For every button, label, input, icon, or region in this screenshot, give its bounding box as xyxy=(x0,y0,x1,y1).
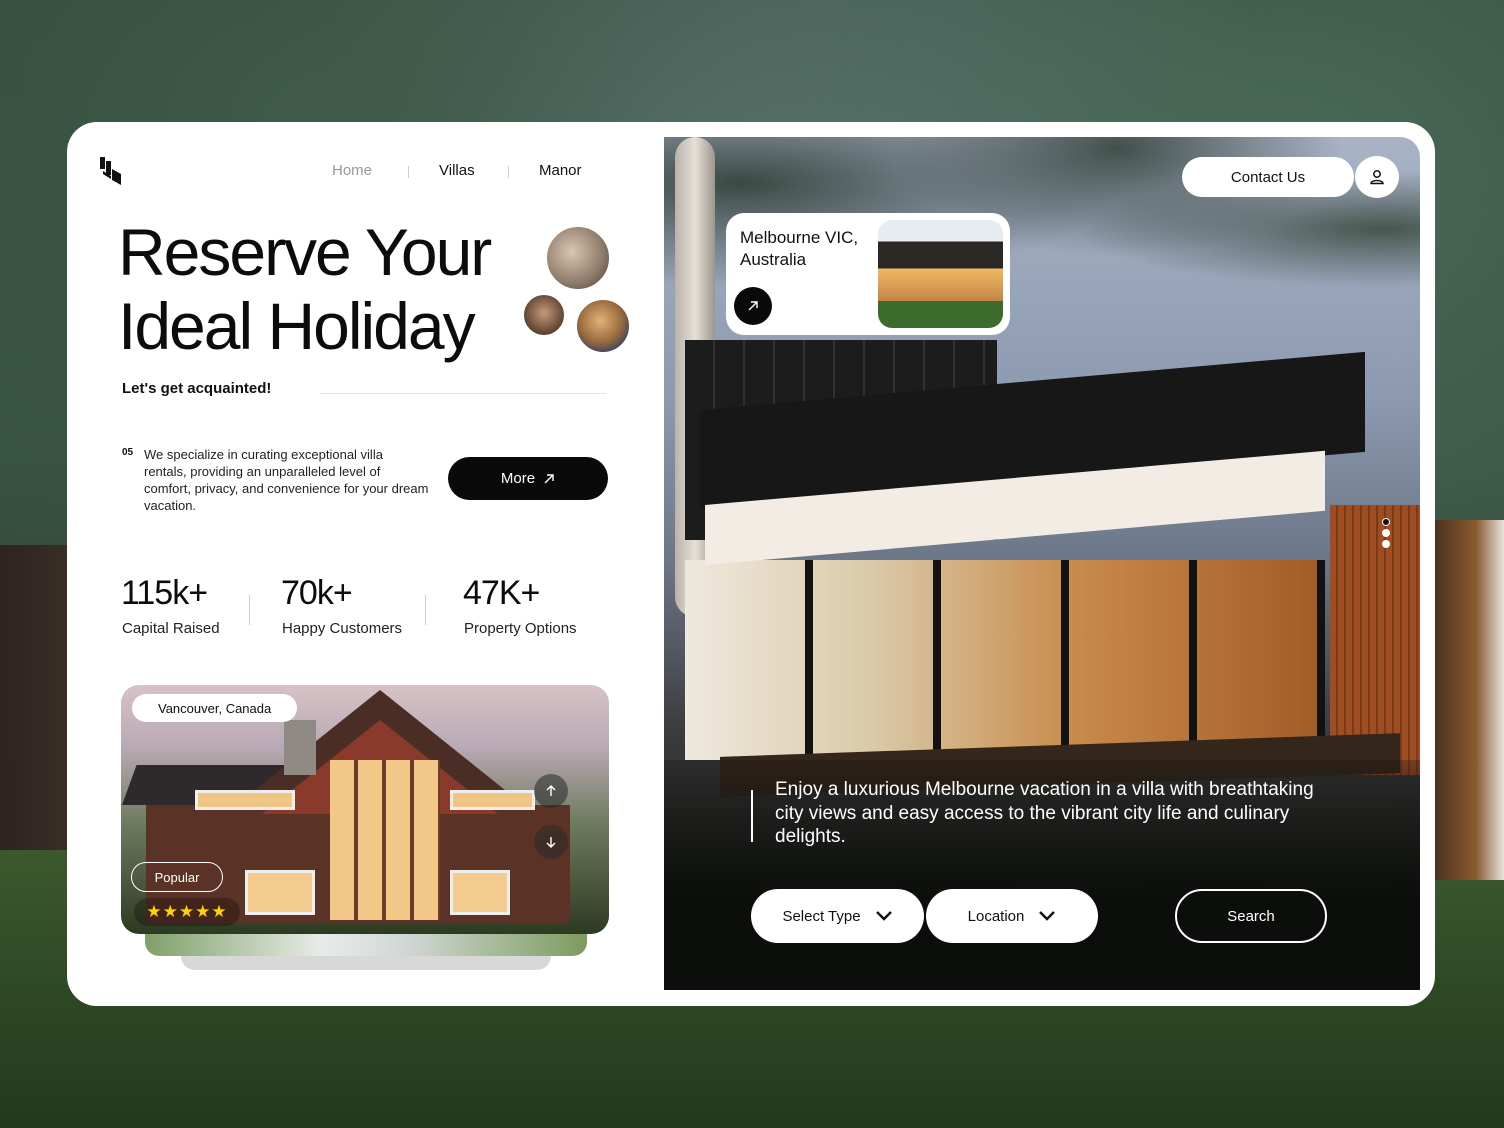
description-number: 05 xyxy=(122,447,134,458)
house-window xyxy=(195,790,295,810)
slide-dot[interactable] xyxy=(1382,540,1390,548)
user-icon xyxy=(1370,170,1384,185)
background-house-left xyxy=(0,545,70,850)
slide-dot[interactable] xyxy=(1382,529,1390,537)
description: We specialize in curating exceptional vi… xyxy=(144,447,429,513)
nav-divider xyxy=(508,166,509,178)
select-type-label: Select Type xyxy=(782,907,861,925)
arrow-up-right-icon xyxy=(748,301,758,311)
house-window xyxy=(245,870,315,915)
featured-open-button[interactable] xyxy=(734,287,772,325)
nav-villas[interactable]: Villas xyxy=(439,162,475,179)
title-line-1: Reserve Your xyxy=(118,215,492,289)
stat-label: Capital Raised xyxy=(122,620,220,637)
avatar xyxy=(575,298,631,354)
chevron-down-icon xyxy=(1039,911,1056,921)
nav-divider xyxy=(408,166,409,178)
stat-value: 115k+ xyxy=(121,574,208,612)
popular-badge: Popular xyxy=(131,862,223,892)
location-label: Location xyxy=(967,907,1025,925)
scroll-down-button[interactable] xyxy=(534,825,568,859)
stat-value: 47K+ xyxy=(463,574,540,612)
contact-button[interactable]: Contact Us xyxy=(1182,157,1354,197)
star-rating: ★★★★★ xyxy=(134,898,240,926)
property-location-badge: Vancouver, Canada xyxy=(132,694,298,722)
avatar xyxy=(522,293,566,337)
arrow-up-right-icon xyxy=(544,473,554,483)
scroll-up-button[interactable] xyxy=(534,774,568,808)
nav-manor[interactable]: Manor xyxy=(539,162,582,179)
chevron-down-icon xyxy=(875,911,892,921)
stat-value: 70k+ xyxy=(281,574,353,612)
villa-window-frames xyxy=(685,560,1325,760)
slide-indicator[interactable] xyxy=(1382,518,1390,551)
stat-label: Happy Customers xyxy=(282,620,403,637)
avatar xyxy=(545,225,611,291)
house-window xyxy=(450,790,535,810)
tagline-accent xyxy=(751,790,753,842)
tagline: Enjoy a luxurious Melbourne vacation in … xyxy=(775,779,1314,847)
featured-location-name: Melbourne VIC, Australia xyxy=(740,228,859,269)
house-chimney xyxy=(284,720,316,775)
featured-villa-thumbnail xyxy=(878,220,1003,328)
title-line-2: Ideal Holiday xyxy=(118,289,476,363)
account-button[interactable] xyxy=(1355,156,1399,198)
search-button[interactable]: Search xyxy=(1175,889,1327,943)
logo-icon[interactable] xyxy=(100,155,122,187)
slide-dot-active[interactable] xyxy=(1382,518,1390,526)
house-window xyxy=(450,870,510,915)
background-house-right xyxy=(1434,520,1504,880)
more-button[interactable]: More xyxy=(448,457,608,500)
page-title: Reserve Your Ideal Holiday xyxy=(118,215,538,363)
stat-divider xyxy=(249,595,250,625)
location-dropdown[interactable]: Location xyxy=(926,889,1098,943)
house-window-wall xyxy=(330,760,440,920)
select-type-dropdown[interactable]: Select Type xyxy=(751,889,924,943)
divider xyxy=(320,393,606,394)
nav-home[interactable]: Home xyxy=(332,162,372,179)
arrow-up-icon xyxy=(546,785,556,796)
stat-label: Property Options xyxy=(464,620,577,637)
more-button-label: More xyxy=(500,470,536,487)
stat-divider xyxy=(425,595,426,625)
arrow-down-icon xyxy=(546,837,556,848)
subtitle: Let's get acquainted! xyxy=(122,380,272,397)
